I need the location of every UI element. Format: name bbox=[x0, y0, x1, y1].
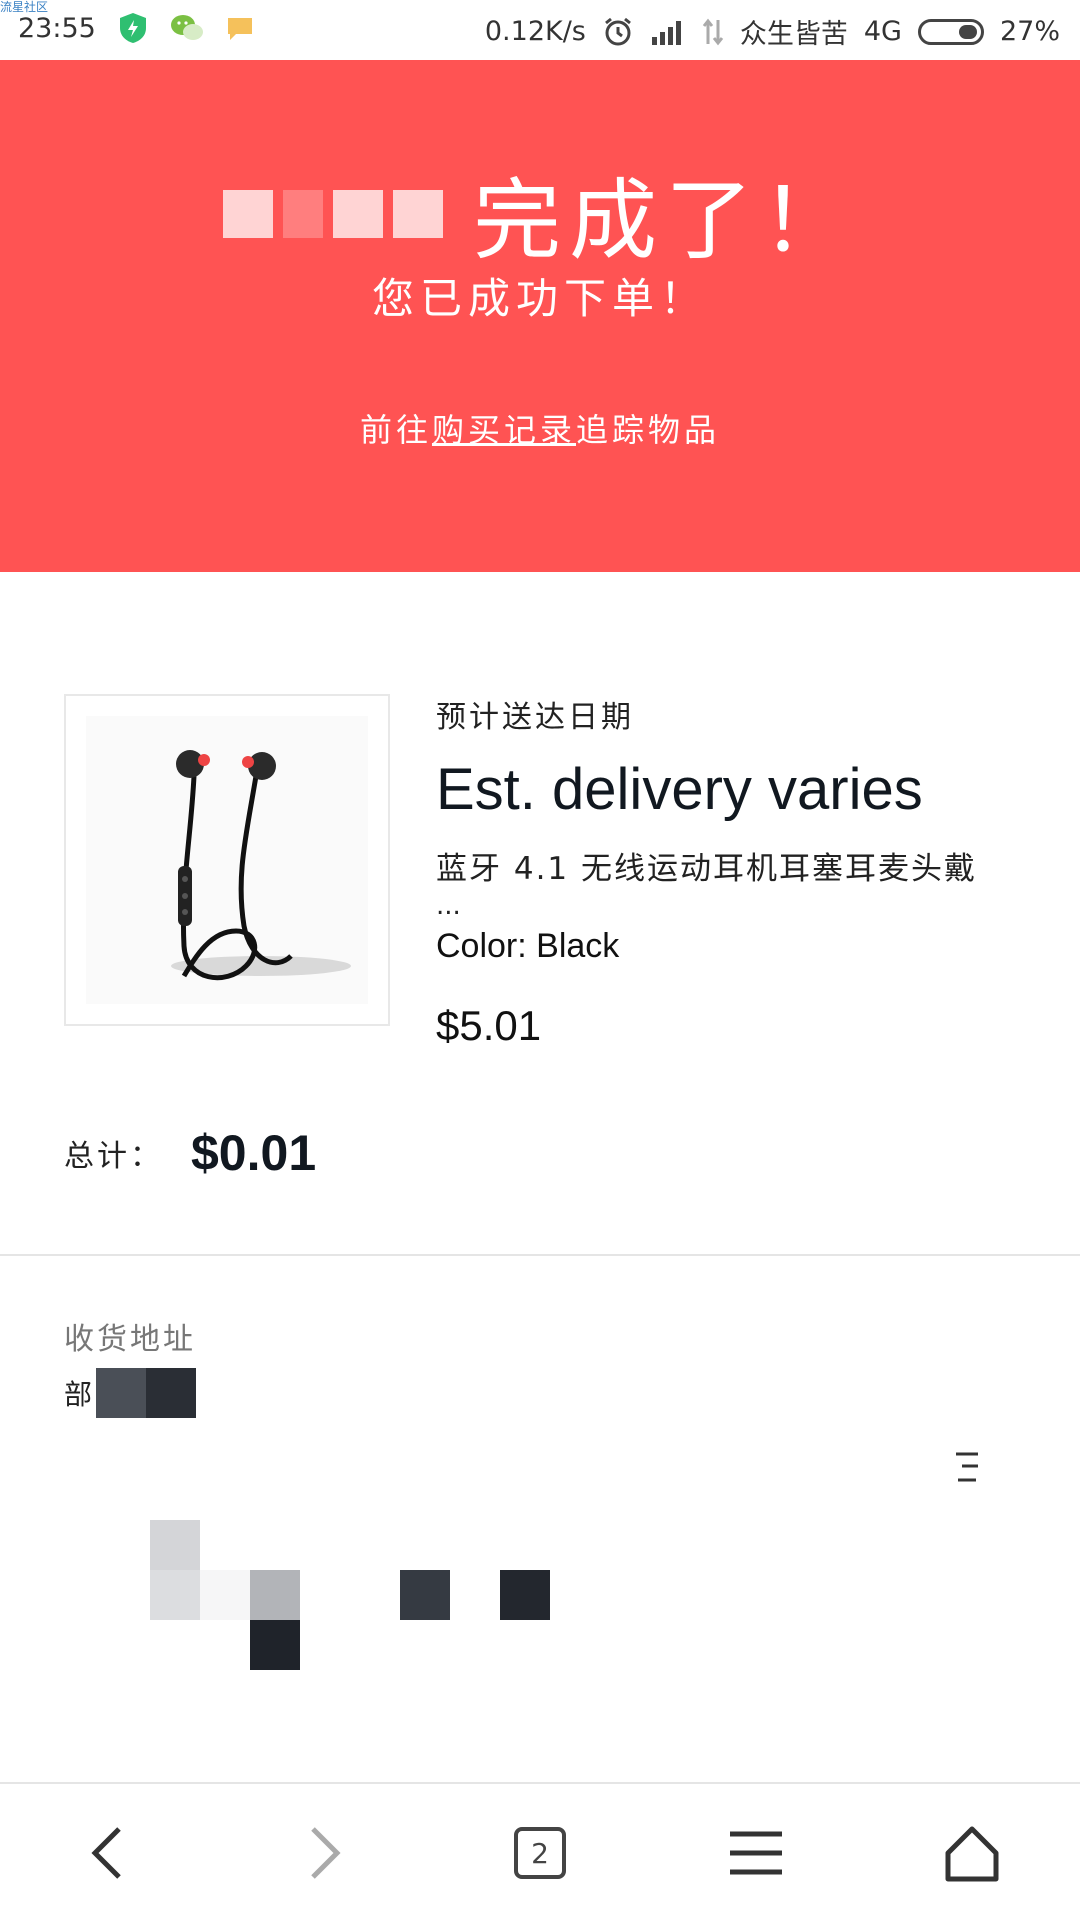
tabs-button[interactable]: 2 bbox=[480, 1798, 600, 1908]
menu-icon bbox=[730, 1831, 782, 1875]
tabs-icon: 2 bbox=[514, 1827, 566, 1879]
forward-button[interactable] bbox=[264, 1798, 384, 1908]
item-color: Color: Black bbox=[436, 927, 620, 965]
shipping-address-label: 收货地址 bbox=[64, 1322, 196, 1357]
battery-percent: 27% bbox=[999, 16, 1060, 47]
browser-bottom-nav: 2 bbox=[0, 1782, 1080, 1922]
purchase-history-link[interactable]: 购买记录 bbox=[432, 411, 576, 449]
purchase-history-prompt: 前往购买记录追踪物品 bbox=[0, 405, 1080, 451]
data-arrows-icon bbox=[702, 18, 724, 46]
back-icon bbox=[91, 1827, 121, 1879]
item-thumbnail[interactable] bbox=[64, 694, 390, 1026]
home-button[interactable] bbox=[912, 1798, 1032, 1908]
order-complete-banner: 完成了！ 您已成功下单！ 前往购买记录追踪物品 bbox=[0, 60, 1080, 572]
item-info: 预计送达日期 Est. delivery varies 蓝牙 4.1 无线运动耳… bbox=[436, 692, 1036, 1050]
delivery-value: Est. delivery varies bbox=[436, 757, 923, 822]
tab-count: 2 bbox=[531, 1836, 549, 1870]
menu-button[interactable] bbox=[696, 1798, 816, 1908]
message-icon bbox=[226, 14, 254, 42]
earphones-image bbox=[86, 716, 368, 1004]
item-title[interactable]: 蓝牙 4.1 无线运动耳机耳塞耳麦头戴 bbox=[436, 847, 1036, 891]
status-bar: 流星社区 23:55 0.12K/s 众生皆苦 4G 27% bbox=[0, 0, 1080, 60]
status-time: 23:55 bbox=[18, 12, 96, 44]
home-icon bbox=[945, 1826, 999, 1882]
delivery-label: 预计送达日期 bbox=[436, 700, 634, 735]
carrier-name: 众生皆苦 bbox=[739, 19, 848, 50]
recipient-name-prefix: 部 bbox=[64, 1378, 93, 1411]
section-divider bbox=[0, 1254, 1080, 1256]
signal-icon bbox=[650, 19, 686, 45]
redacted-mark bbox=[956, 1452, 978, 1482]
hero-subtitle: 您已成功下单！ bbox=[371, 274, 708, 323]
back-button[interactable] bbox=[48, 1798, 168, 1908]
shield-icon bbox=[118, 12, 148, 44]
wechat-icon bbox=[170, 13, 204, 43]
link-prefix: 前往 bbox=[359, 411, 432, 449]
total-label: 总计： bbox=[64, 1139, 163, 1174]
battery-icon bbox=[917, 18, 984, 45]
net-speed: 0.12K/s bbox=[484, 16, 586, 47]
network-type: 4G bbox=[863, 16, 902, 47]
item-title-ellipsis: ... bbox=[436, 891, 461, 921]
order-total: 总计： $0.01 bbox=[64, 1124, 316, 1182]
link-suffix: 追踪物品 bbox=[576, 411, 721, 449]
redacted-username bbox=[222, 189, 443, 238]
forward-icon bbox=[311, 1827, 341, 1879]
hero-title: 完成了！ bbox=[472, 169, 857, 272]
redacted-recipient-name: 部 bbox=[64, 1368, 197, 1418]
item-price: $5.01 bbox=[436, 1002, 542, 1049]
alarm-icon bbox=[602, 16, 634, 48]
redacted-address bbox=[150, 1520, 570, 1670]
total-value: $0.01 bbox=[191, 1125, 317, 1181]
